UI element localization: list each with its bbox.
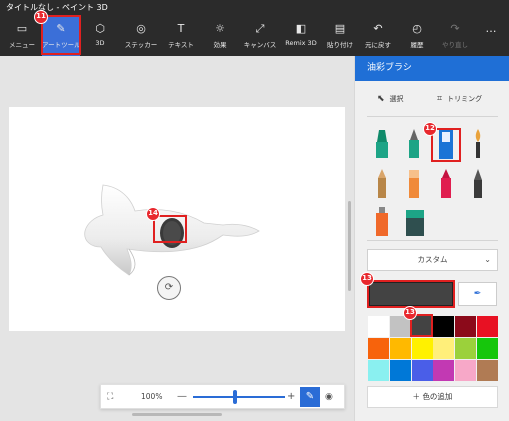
highlight-current-color: [367, 280, 455, 308]
effects-icon: ☼: [215, 22, 225, 35]
zoom-in-button[interactable]: +: [287, 385, 295, 409]
eyedropper-icon: ✒: [473, 289, 482, 299]
palette-color-swatch[interactable]: [477, 316, 498, 337]
divider: [367, 240, 498, 241]
folder-icon: ▭: [16, 22, 28, 35]
toolbar-menu[interactable]: ▭ メニュー: [4, 16, 40, 56]
window-title: タイトルなし - ペイント 3D: [0, 0, 509, 16]
canvas-icon: ⤢: [255, 22, 265, 35]
plus-icon: ＋: [412, 392, 421, 401]
palette-color-swatch[interactable]: [368, 360, 389, 381]
fit-screen-icon[interactable]: ⛶: [107, 391, 119, 403]
annotation-badge-13-palette: 13: [403, 306, 417, 320]
palette-color-swatch[interactable]: [433, 316, 455, 337]
panel-title: 油彩ブラシ: [355, 56, 509, 81]
brush-preset-dropdown[interactable]: カスタム ⌄: [367, 249, 498, 271]
toolbar-remix3d[interactable]: ◧ Remix 3D: [282, 16, 320, 56]
pen-mode-button[interactable]: ✎: [300, 387, 320, 407]
palette-color-swatch[interactable]: [455, 360, 477, 381]
toolbar-undo[interactable]: ↶ 元に戻す: [360, 16, 396, 56]
eyedropper-button[interactable]: ✒: [458, 282, 497, 306]
eraser-icon[interactable]: [401, 166, 427, 202]
toolbar-effects[interactable]: ☼ 効果: [206, 16, 234, 56]
palette-color-swatch[interactable]: [411, 338, 433, 359]
palette-color-swatch[interactable]: [368, 338, 389, 359]
spray-can-icon[interactable]: [369, 204, 395, 240]
pixel-pen-icon[interactable]: [465, 166, 491, 202]
select-button[interactable]: ⬉ 選択: [377, 90, 404, 108]
crop-icon: ⌗: [437, 94, 443, 104]
fill-bucket-icon[interactable]: [401, 204, 427, 240]
zoom-bar: ⛶ 100% — + ✎ ◉: [100, 384, 345, 409]
highlight-painted-area: [153, 215, 187, 243]
annotation-badge-14: 14: [146, 207, 160, 221]
more-icon: …: [485, 22, 497, 35]
toolbar-canvas[interactable]: ⤢ キャンバス: [240, 16, 280, 56]
paint3d-window: タイトルなし - ペイント 3D ▭ メニュー ✎ アートツール ⬡ 3D ◎ …: [0, 0, 509, 421]
annotation-badge-11: 11: [34, 10, 48, 24]
highlight-art-tools: [41, 15, 81, 55]
palette-color-swatch[interactable]: [389, 338, 411, 359]
palette-color-swatch[interactable]: [433, 338, 455, 359]
divider: [367, 116, 498, 117]
zoom-slider[interactable]: [193, 396, 285, 398]
crop-button[interactable]: ⌗ トリミング: [437, 90, 482, 108]
palette-color-swatch[interactable]: [433, 360, 455, 381]
redo-icon: ↷: [450, 22, 460, 35]
palette-color-swatch[interactable]: [368, 316, 389, 337]
zoom-level: 100%: [141, 392, 163, 401]
toolbar-history[interactable]: ◴ 履歴: [402, 16, 432, 56]
zoom-slider-thumb[interactable]: [233, 390, 237, 404]
marker-icon[interactable]: [369, 126, 395, 162]
annotation-badge-13-current: 13: [360, 272, 374, 286]
crayon-icon[interactable]: [433, 166, 459, 202]
pencil-icon[interactable]: [369, 166, 395, 202]
palette-color-swatch[interactable]: [411, 360, 433, 381]
cube-icon: ⬡: [95, 22, 105, 35]
palette-color-swatch[interactable]: [477, 360, 498, 381]
chevron-down-icon: ⌄: [484, 255, 491, 264]
palette-color-swatch[interactable]: [477, 338, 498, 359]
vertical-scrollbar[interactable]: [348, 201, 351, 291]
horizontal-scrollbar[interactable]: [132, 413, 222, 416]
toolbar-3d[interactable]: ⬡ 3D: [86, 16, 114, 56]
rotate-icon[interactable]: ⟳: [157, 276, 181, 300]
toolbar-stickers[interactable]: ◎ ステッカー: [120, 16, 162, 56]
more-button[interactable]: …: [478, 16, 504, 56]
workspace: 14 ⟳ ⛶ 100% — + ✎ ◉: [0, 56, 354, 421]
undo-icon: ↶: [373, 22, 383, 35]
palette-color-swatch[interactable]: [455, 338, 477, 359]
text-icon: T: [177, 22, 185, 35]
remix-icon: ◧: [295, 22, 307, 35]
view-3d-icon[interactable]: ◉: [325, 385, 333, 409]
zoom-out-button[interactable]: —: [177, 385, 187, 409]
paste-icon: ▤: [334, 22, 346, 35]
palette-color-swatch[interactable]: [389, 360, 411, 381]
brush-panel: 油彩ブラシ ⬉ 選択 ⌗ トリミング 12 カスタム ⌄ ✒ 13 13 ＋ 色…: [354, 56, 509, 421]
toolbar-paste[interactable]: ▤ 貼り付け: [324, 16, 356, 56]
cursor-icon: ⬉: [377, 94, 385, 104]
toolbar-redo[interactable]: ↷ やり直し: [438, 16, 472, 56]
palette-color-swatch[interactable]: [455, 316, 477, 337]
sticker-icon: ◎: [136, 22, 146, 35]
watercolor-icon[interactable]: [465, 126, 491, 162]
annotation-badge-12: 12: [423, 122, 437, 136]
history-icon: ◴: [412, 22, 422, 35]
add-color-button[interactable]: ＋ 色の追加: [367, 386, 498, 408]
toolbar-text[interactable]: T テキスト: [164, 16, 198, 56]
